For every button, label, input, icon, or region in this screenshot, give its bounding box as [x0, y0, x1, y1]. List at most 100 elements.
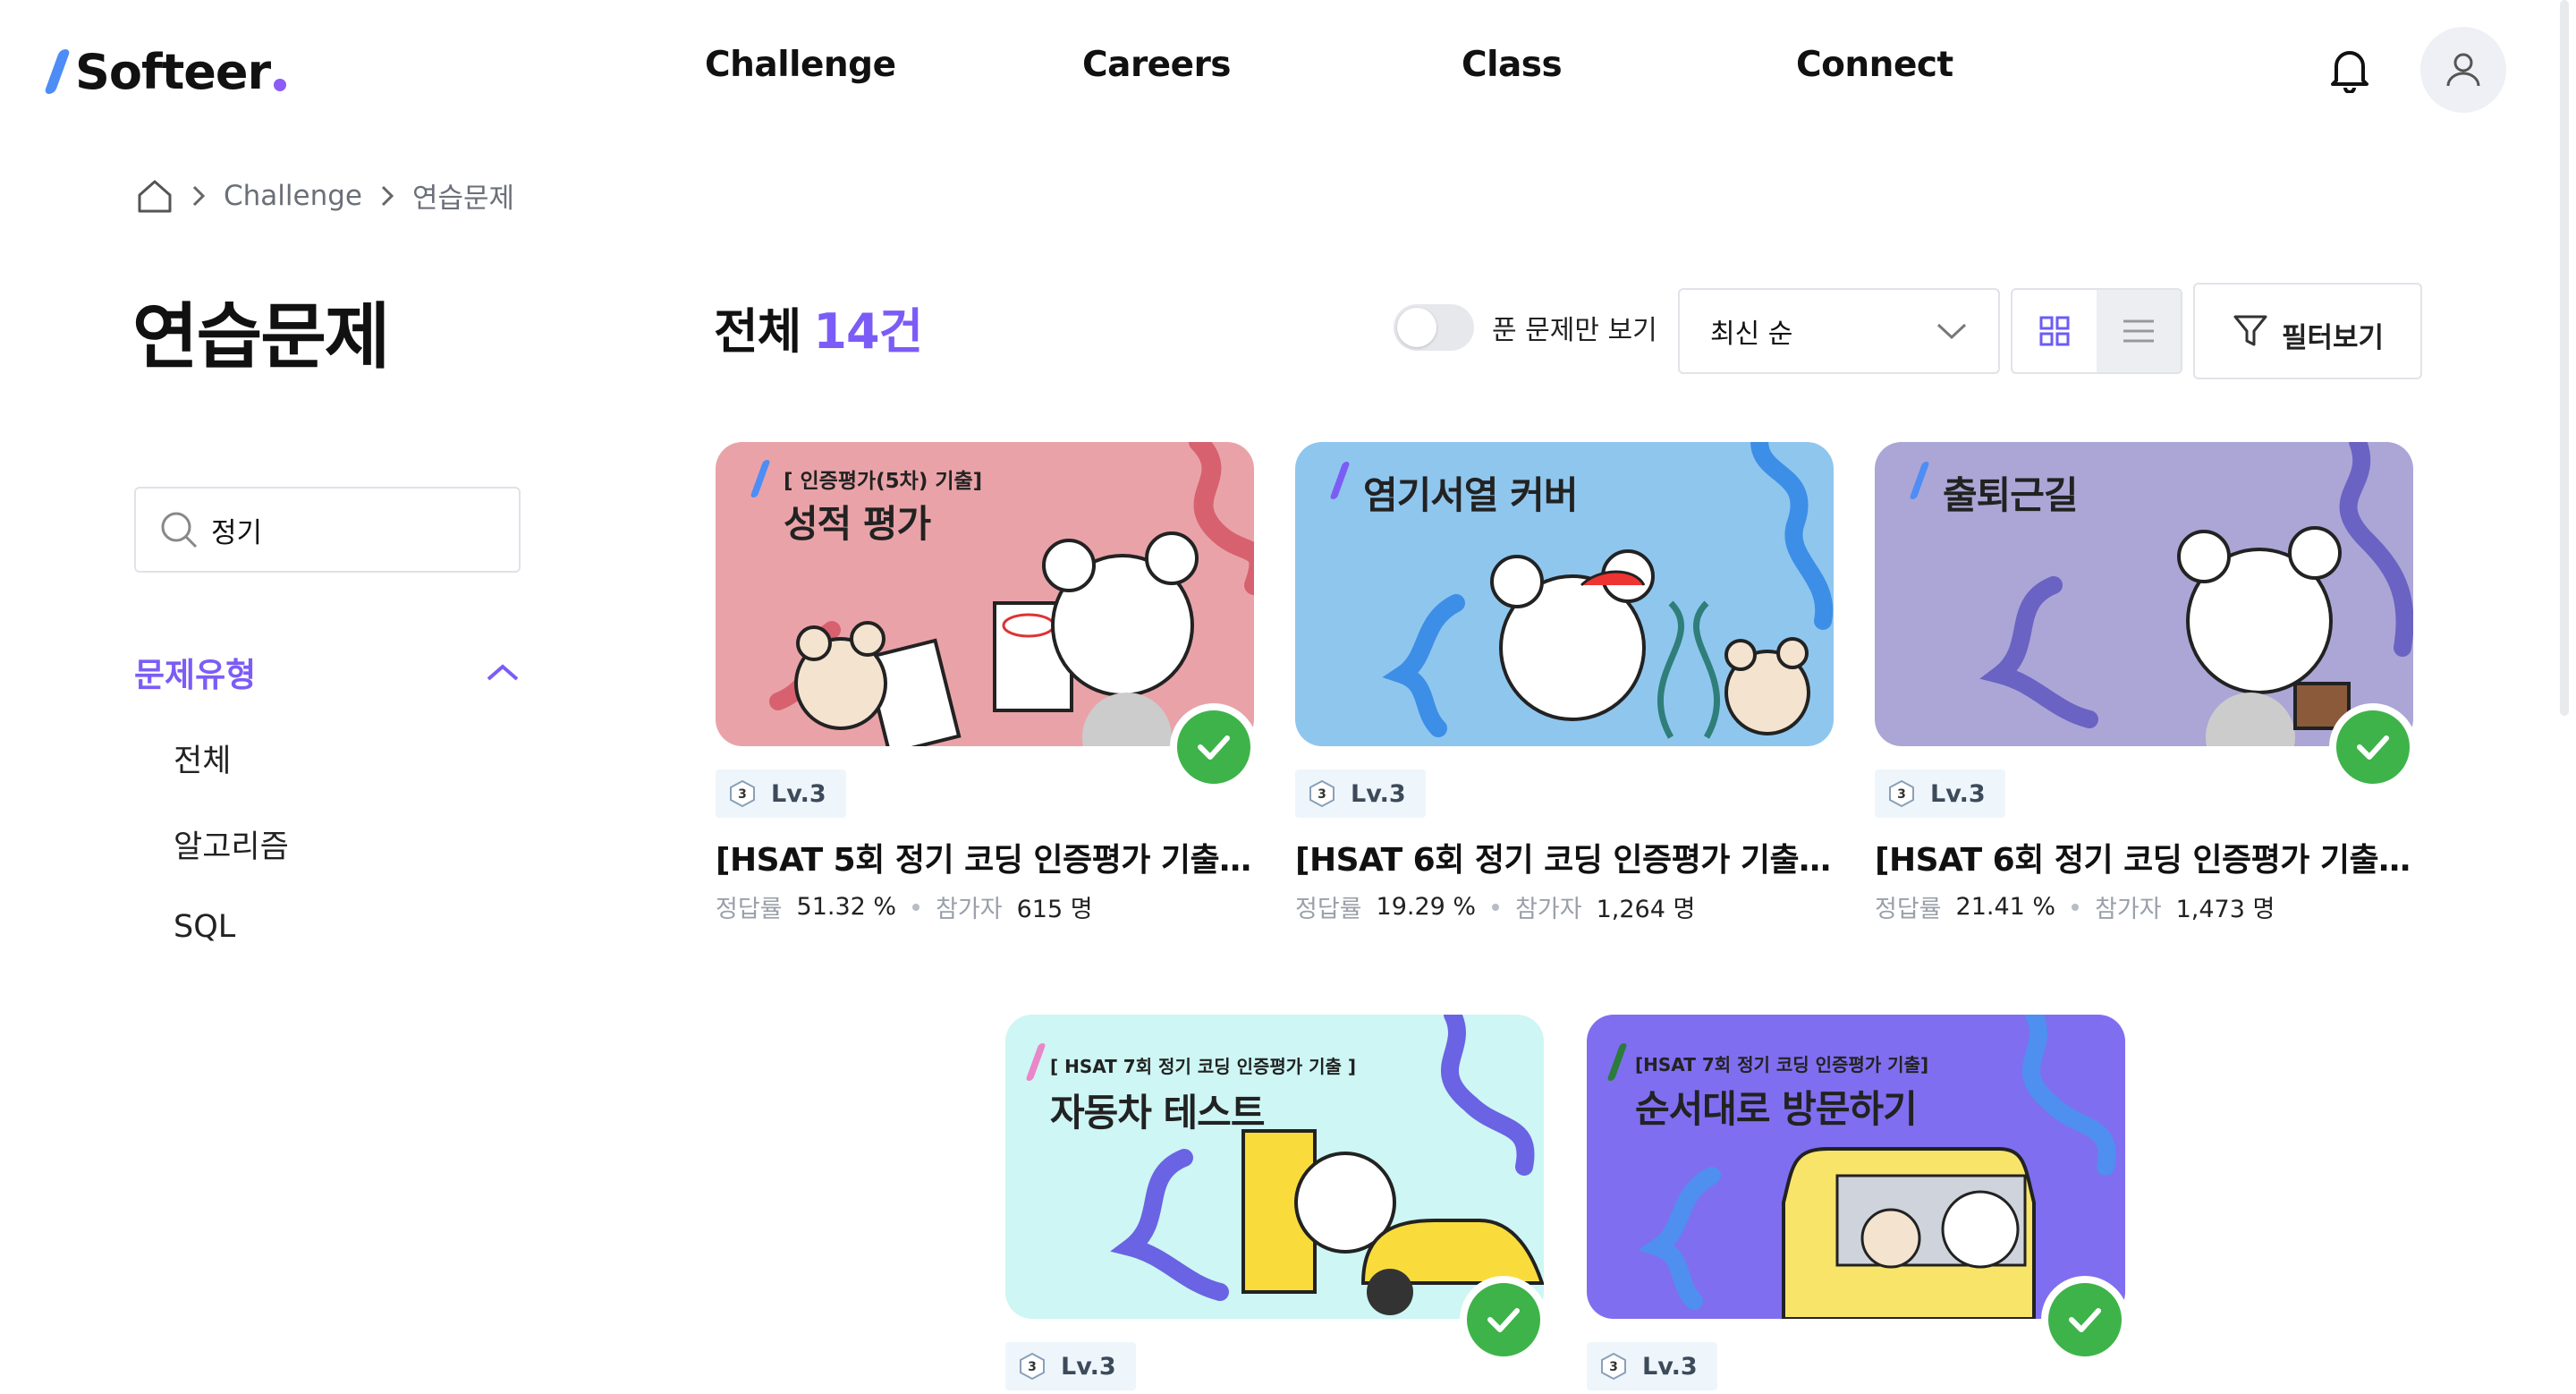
problem-card[interactable]: 염기서열 커버 3 Lv.3 [HSAT 6회 정기 코딩 인증평가 기출] 염… [1295, 442, 1834, 923]
card-thumbnail: [HSAT 7회 정기 코딩 인증평가 기출] 순서대로 방문하기 [1587, 1015, 2125, 1319]
participants-label: 참가자 [1515, 896, 1582, 923]
breadcrumb: Challenge 연습문제 [136, 175, 530, 216]
nav-connect[interactable]: Connect [1796, 45, 1953, 85]
filter-button[interactable]: 필터보기 [2193, 283, 2422, 379]
card-thumbnail: [ 인증평가(5차) 기출] 성적 평가 [716, 442, 1254, 746]
sort-select[interactable]: 최신 순 [1678, 288, 2000, 374]
rate-value: 21.41 % [1955, 893, 2056, 921]
solved-check-icon [2041, 1276, 2129, 1364]
thumb-subtitle: [ 인증평가(5차) 기출] [784, 470, 983, 493]
problem-card[interactable]: [HSAT 7회 정기 코딩 인증평가 기출] 순서대로 방문하기 3 Lv.3 [1587, 1015, 2129, 1390]
rate-value: 19.29 % [1376, 893, 1477, 921]
level-hex-icon: 3 [730, 779, 755, 808]
solved-only-toggle[interactable] [1394, 304, 1474, 351]
solved-only-toggle-group: 푼 문제만 보기 [1394, 304, 1657, 351]
rate-label: 정답률 [1295, 896, 1362, 923]
card-thumbnail: [ HSAT 7회 정기 코딩 인증평가 기출 ] 자동차 테스트 [1005, 1015, 1544, 1319]
card-title[interactable]: [HSAT 5회 정기 코딩 인증평가 기출] 성적 평가 [716, 834, 1254, 880]
card-title[interactable]: [HSAT 6회 정기 코딩 인증평가 기출] 출퇴근길 [1875, 834, 2413, 880]
participants-value: 1,264 명 [1596, 896, 1696, 923]
problem-card[interactable]: 출퇴근길 3 Lv.3 [HSAT 6회 정기 코딩 인증평가 기출] 출퇴근길… [1875, 442, 2417, 923]
level-hex-icon: 3 [1020, 1352, 1045, 1381]
level-label: Lv.3 [1061, 1352, 1116, 1381]
thumb-subtitle: [ HSAT 7회 정기 코딩 인증평가 기출 ] [1050, 1056, 1357, 1077]
level-label: Lv.3 [771, 779, 826, 808]
separator-dot [912, 903, 920, 911]
user-avatar-button[interactable] [2420, 27, 2506, 113]
page-title: 연습문제 [132, 295, 390, 378]
nav-careers[interactable]: Careers [1082, 45, 1232, 85]
separator-dot [2072, 903, 2080, 911]
chevron-right-icon [192, 185, 206, 206]
level-label: Lv.3 [1351, 779, 1406, 808]
level-hex-icon: 3 [1889, 779, 1914, 808]
level-badge: 3 Lv.3 [1005, 1342, 1136, 1390]
level-badge: 3 Lv.3 [1295, 769, 1426, 818]
list-icon [2123, 319, 2154, 343]
logo-slash-mark [43, 49, 72, 94]
list-view-button[interactable] [2097, 290, 2181, 372]
problem-type-section-header[interactable]: 문제유형 [134, 648, 521, 696]
thumb-subtitle: [HSAT 7회 정기 코딩 인증평가 기출] [1635, 1054, 1929, 1075]
svg-text:3: 3 [738, 787, 747, 802]
user-icon [2446, 53, 2480, 87]
participants-label: 참가자 [2095, 896, 2162, 923]
softeer-logo[interactable]: Softeer [43, 36, 287, 107]
solved-check-icon [1170, 703, 1258, 791]
card-stats: 정답률 51.32 % 참가자 615 명 [716, 889, 1093, 924]
solved-check-icon [1460, 1276, 1547, 1364]
card-stats: 정답률 19.29 % 참가자 1,264 명 [1295, 889, 1695, 924]
sidebar-item-sql[interactable]: SQL [174, 909, 235, 945]
sidebar-item-algorithm[interactable]: 알고리즘 [174, 821, 289, 867]
nav-challenge[interactable]: Challenge [705, 45, 896, 85]
level-badge: 3 Lv.3 [716, 769, 846, 818]
svg-text:3: 3 [1897, 787, 1906, 802]
breadcrumb-challenge[interactable]: Challenge [224, 180, 362, 212]
svg-text:3: 3 [1028, 1360, 1037, 1374]
logo-text: Softeer [75, 43, 271, 100]
total-label: 전체 [714, 303, 801, 360]
problem-card[interactable]: [ 인증평가(5차) 기출] 성적 평가 3 Lv.3 [HSAT 5회 정기 … [716, 442, 1258, 923]
breadcrumb-current: 연습문제 [412, 183, 515, 215]
grid-icon [2039, 316, 2070, 346]
nav-class[interactable]: Class [1462, 45, 1563, 85]
notification-bell-icon[interactable] [2329, 47, 2370, 94]
search-box[interactable] [134, 487, 521, 573]
results-count: 14건 [813, 303, 923, 360]
home-icon[interactable] [136, 177, 174, 215]
level-hex-icon: 3 [1309, 779, 1335, 808]
logo-dot [274, 79, 287, 91]
sort-value: 최신 순 [1710, 319, 1793, 350]
problem-type-title: 문제유형 [134, 656, 257, 694]
level-label: Lv.3 [1930, 779, 1986, 808]
svg-text:3: 3 [1609, 1360, 1618, 1374]
search-icon [161, 512, 198, 548]
solved-check-icon [2329, 703, 2417, 791]
problem-card[interactable]: [ HSAT 7회 정기 코딩 인증평가 기출 ] 자동차 테스트 3 Lv.3 [1005, 1015, 1547, 1390]
results-total: 전체 14건 [714, 292, 923, 362]
participants-value: 615 명 [1016, 896, 1093, 923]
separator-dot [1492, 903, 1500, 911]
level-hex-icon: 3 [1601, 1352, 1626, 1381]
chevron-right-icon [381, 185, 394, 206]
grid-view-button[interactable] [2012, 290, 2097, 372]
participants-value: 1,473 명 [2175, 896, 2275, 923]
rate-label: 정답률 [1875, 896, 1942, 923]
thumb-title: 염기서열 커버 [1363, 473, 1578, 517]
search-input[interactable] [211, 514, 497, 546]
rate-label: 정답률 [716, 896, 783, 923]
chevron-down-icon [1936, 323, 1967, 340]
level-badge: 3 Lv.3 [1875, 769, 2005, 818]
thumb-title: 출퇴근길 [1943, 473, 2079, 517]
chevron-up-icon[interactable] [485, 661, 521, 683]
thumb-title: 순서대로 방문하기 [1635, 1087, 1918, 1131]
view-toggle [2011, 288, 2182, 374]
filter-label: 필터보기 [2281, 321, 2385, 354]
sidebar-item-all[interactable]: 전체 [174, 735, 231, 781]
page-scrollbar[interactable] [2560, 0, 2569, 716]
card-thumbnail: 염기서열 커버 [1295, 442, 1834, 746]
level-label: Lv.3 [1642, 1352, 1698, 1381]
card-title[interactable]: [HSAT 6회 정기 코딩 인증평가 기출] 염기서열 커버 [1295, 834, 1834, 880]
rate-value: 51.32 % [796, 893, 897, 921]
participants-label: 참가자 [936, 896, 1003, 923]
